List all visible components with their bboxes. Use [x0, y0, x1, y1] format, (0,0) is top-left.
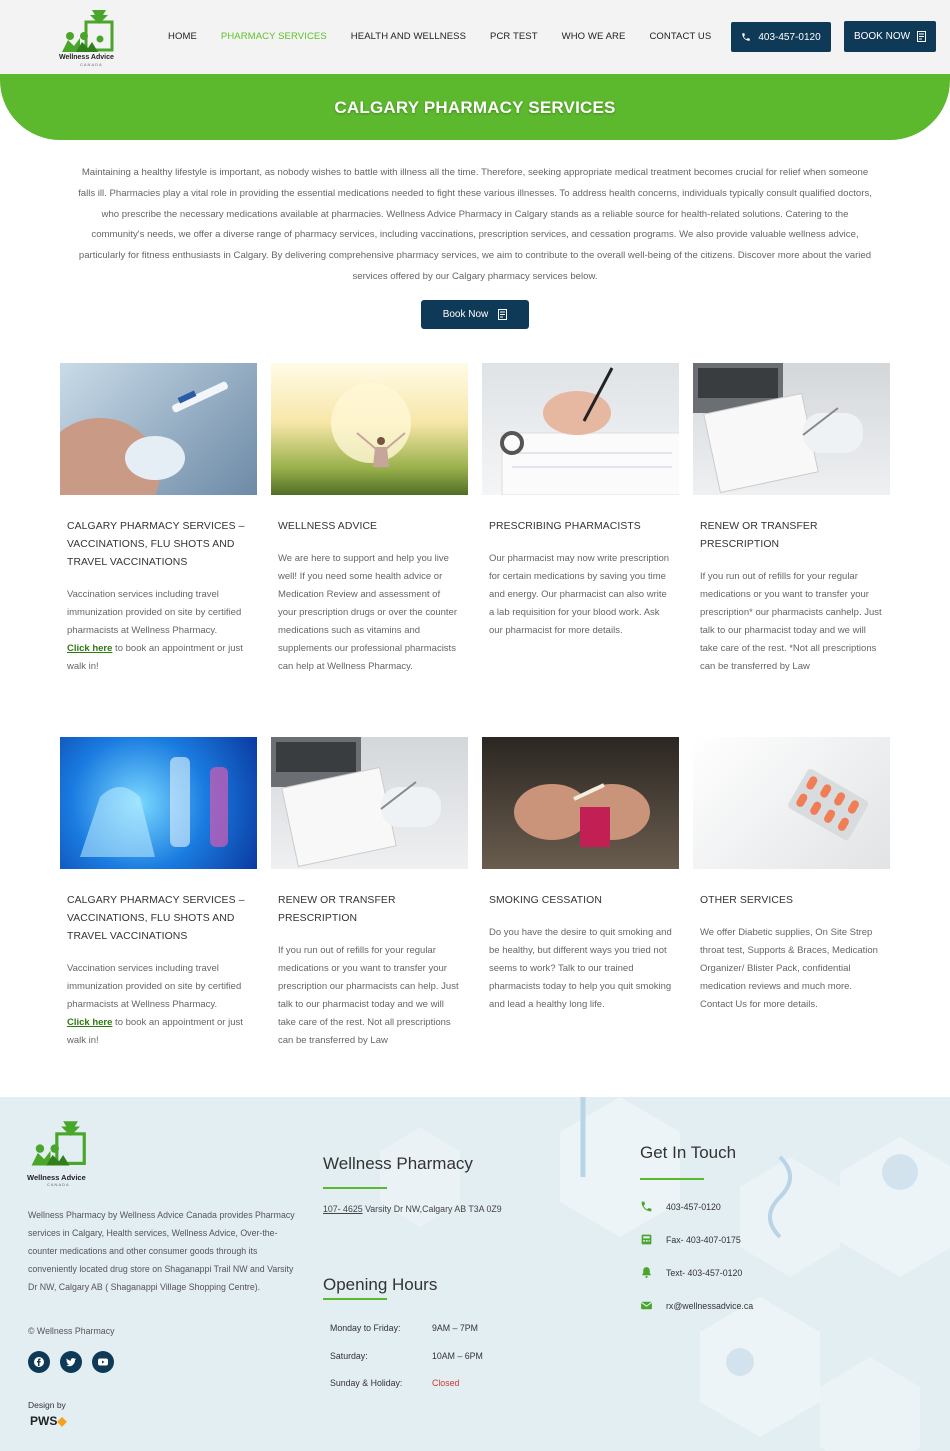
hours-row: Saturday: 10AM – 6PM: [330, 1351, 483, 1379]
card-text: If you run out of refills for your regul…: [700, 571, 882, 672]
social-links: [28, 1351, 114, 1373]
contact-fax-text: Fax- 403-407-0175: [666, 1234, 741, 1245]
site-header: Wellness Advice CANADA HOME PHARMACY SER…: [0, 0, 950, 74]
card-title: CALGARY PHARMACY SERVICES – VACCINATIONS…: [67, 895, 245, 942]
phone-button-label: 403-457-0120: [758, 31, 821, 43]
nav-health-and-wellness[interactable]: HEALTH AND WELLNESS: [351, 31, 466, 42]
intro-book-now-label: Book Now: [442, 309, 489, 320]
card-text: We are here to support and help you live…: [278, 553, 458, 672]
fax-icon: [641, 1234, 652, 1245]
main-nav: HOME PHARMACY SERVICES HEALTH AND WELLNE…: [168, 31, 735, 42]
service-card: WELLNESS ADVICE We are here to support a…: [271, 363, 468, 676]
card-text: We offer Diabetic supplies, On Site Stre…: [700, 927, 878, 1010]
heading-underline: [323, 1298, 387, 1300]
contact-text-text: Text- 403-457-0120: [666, 1267, 743, 1278]
card-title: CALGARY PHARMACY SERVICES – VACCINATIONS…: [67, 521, 245, 568]
pharmacy-heading: Wellness Pharmacy: [323, 1154, 473, 1173]
service-card: CALGARY PHARMACY SERVICES – VACCINATIONS…: [60, 737, 257, 1050]
nav-contact-us[interactable]: CONTACT US: [649, 31, 711, 42]
design-credit-label: Design by: [28, 1400, 66, 1410]
youtube-icon[interactable]: [92, 1351, 114, 1373]
book-appointment-link[interactable]: Click here: [67, 643, 112, 654]
lab-glassware-image: [60, 737, 257, 869]
page-title: CALGARY PHARMACY SERVICES: [334, 98, 616, 117]
email-icon: [640, 1301, 653, 1310]
service-card: SMOKING CESSATION Do you have the desire…: [482, 737, 679, 1014]
hours-time: 9AM – 7PM: [432, 1323, 478, 1333]
service-card: OTHER SERVICES We offer Diabetic supplie…: [693, 737, 890, 1014]
nav-home[interactable]: HOME: [168, 31, 197, 42]
nav-pcr-test[interactable]: PCR TEST: [490, 31, 538, 42]
pills-image: [693, 737, 890, 869]
smoking-cessation-image: [482, 737, 679, 869]
vaccination-image: [60, 363, 257, 495]
opening-hours-table: Monday to Friday: 9AM – 7PM Saturday: 10…: [330, 1323, 483, 1406]
service-card: RENEW OR TRANSFER PRESCRIPTION If you ru…: [271, 737, 468, 1050]
prescribing-image: [482, 363, 679, 495]
book-now-label: BOOK NOW: [853, 31, 911, 42]
prescription-image: [693, 363, 890, 495]
wellness-image: [271, 363, 468, 495]
footer-about-text: Wellness Pharmacy by Wellness Advice Can…: [28, 1210, 295, 1292]
hours-time: 10AM – 6PM: [432, 1350, 483, 1361]
service-card: PRESCRIBING PHARMACISTS Our pharmacist m…: [482, 363, 679, 640]
intro-book-now-button[interactable]: Book Now: [421, 300, 529, 329]
card-text: Vaccination services including travel im…: [67, 589, 243, 672]
hours-time-closed: Closed: [432, 1378, 460, 1388]
hours-day: Saturday:: [330, 1350, 368, 1361]
twitter-icon[interactable]: [60, 1351, 82, 1373]
service-card: CALGARY PHARMACY SERVICES – VACCINATIONS…: [60, 363, 257, 676]
hours-day: Monday to Friday:: [330, 1323, 401, 1333]
nav-pharmacy-services[interactable]: PHARMACY SERVICES: [221, 31, 327, 42]
card-text: Vaccination services including travel im…: [67, 963, 243, 1046]
intro-text: Maintaining a healthy lifestyle is impor…: [78, 167, 872, 282]
phone-icon: [641, 1201, 652, 1212]
brand-sub: CANADA: [80, 62, 103, 67]
contact-email-text: rx@wellnessadvice.ca: [666, 1300, 754, 1311]
contact-phone[interactable]: 403-457-0120: [640, 1200, 721, 1213]
contact-text[interactable]: Text- 403-457-0120: [640, 1266, 742, 1279]
page-banner: CALGARY PHARMACY SERVICES: [0, 74, 950, 140]
footer-brand-sub: CANADA: [47, 1182, 70, 1187]
card-title: PRESCRIBING PHARMACISTS: [489, 521, 641, 532]
facebook-icon[interactable]: [28, 1351, 50, 1373]
phone-icon: [742, 33, 751, 41]
form-icon: [498, 309, 508, 320]
contact-fax[interactable]: Fax- 403-407-0175: [640, 1233, 741, 1246]
card-text: Our pharmacist may now write prescriptio…: [489, 553, 670, 636]
contact-email[interactable]: rx@wellnessadvice.ca: [640, 1299, 753, 1312]
book-appointment-link[interactable]: Click here: [67, 1017, 112, 1028]
nav-who-we-are[interactable]: WHO WE ARE: [562, 31, 626, 42]
hours-row: Monday to Friday: 9AM – 7PM: [330, 1323, 483, 1351]
opening-hours-heading: Opening Hours: [323, 1275, 438, 1294]
hours-day: Sunday & Holiday:: [330, 1378, 403, 1388]
card-text: Do you have the desire to quit smoking a…: [489, 927, 672, 1010]
site-footer: Wellness Advice CANADA Wellness Pharmacy…: [0, 1097, 950, 1451]
hours-row: Sunday & Holiday: Closed: [330, 1378, 483, 1406]
heading-underline: [323, 1187, 387, 1189]
card-title: SMOKING CESSATION: [489, 895, 602, 906]
phone-button[interactable]: 403-457-0120: [731, 22, 831, 52]
footer-brand-name: Wellness Advice: [27, 1173, 86, 1182]
card-title: RENEW OR TRANSFER PRESCRIPTION: [700, 521, 818, 550]
footer-copyright: © Wellness Pharmacy: [28, 1326, 115, 1336]
get-in-touch-heading: Get In Touch: [640, 1143, 737, 1162]
service-card: RENEW OR TRANSFER PRESCRIPTION If you ru…: [693, 363, 890, 676]
card-title: WELLNESS ADVICE: [278, 521, 378, 532]
book-now-button[interactable]: BOOK NOW: [844, 21, 936, 52]
card-title: RENEW OR TRANSFER PRESCRIPTION: [278, 895, 396, 924]
designer-name: PWS: [30, 1414, 58, 1428]
heading-underline: [640, 1178, 704, 1180]
card-text: If you run out of refills for your regul…: [278, 945, 459, 1046]
prescription-image: [271, 737, 468, 869]
form-icon: [917, 31, 927, 42]
bell-icon: [642, 1267, 651, 1278]
brand-logo[interactable]: Wellness Advice CANADA: [58, 6, 120, 68]
card-title: OTHER SERVICES: [700, 895, 794, 906]
footer-logo[interactable]: Wellness Advice CANADA: [27, 1117, 93, 1187]
pharmacy-address[interactable]: 107- 4625 Varsity Dr NW,Calgary AB T3A 0…: [323, 1204, 502, 1214]
brand-name: Wellness Advice: [59, 54, 114, 61]
contact-phone-text: 403-457-0120: [666, 1201, 721, 1212]
designer-logo[interactable]: PWS◆: [30, 1414, 67, 1428]
